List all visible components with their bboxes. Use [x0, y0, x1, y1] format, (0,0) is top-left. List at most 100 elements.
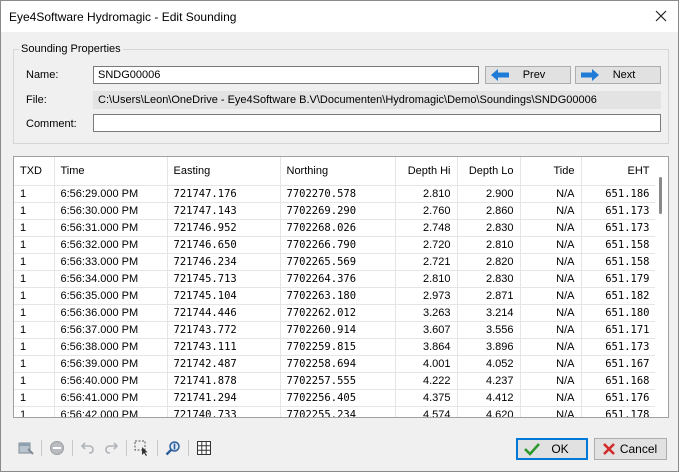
table-cell: 721746.952	[167, 219, 281, 237]
undo-icon[interactable]	[79, 439, 97, 457]
table-cell: 651.180	[581, 304, 657, 322]
table-cell: 2.810	[395, 185, 458, 203]
table-cell: 651.173	[581, 219, 657, 237]
comment-input[interactable]	[93, 114, 661, 132]
table-cell: 4.001	[395, 355, 458, 373]
table-row[interactable]: 1 6:56:29.000 PM 721747.176 7702270.578 2.81…	[14, 185, 657, 203]
table-cell: 7702270.578	[280, 185, 396, 203]
table-cell: 2.860	[457, 202, 521, 220]
table-cell: 1	[14, 338, 55, 356]
search-icon[interactable]	[164, 439, 182, 457]
next-label: Next	[612, 69, 636, 81]
table-cell: 721744.446	[167, 304, 281, 322]
table-row[interactable]: 1 6:56:35.000 PM 721745.104 7702263.180 2.97…	[14, 287, 657, 305]
table-row[interactable]: 1 6:56:32.000 PM 721746.650 7702266.790 2.72…	[14, 236, 657, 254]
next-button[interactable]: Next	[575, 66, 661, 84]
close-icon[interactable]	[648, 4, 674, 28]
table-cell: 2.973	[395, 287, 458, 305]
table-row[interactable]: 1 6:56:38.000 PM 721743.111 7702259.815 3.86…	[14, 338, 657, 356]
table-row[interactable]: 1 6:56:40.000 PM 721741.878 7702257.555 4.22…	[14, 372, 657, 390]
table-row[interactable]: 1 6:56:31.000 PM 721746.952 7702268.026 2.74…	[14, 219, 657, 237]
table-row[interactable]: 1 6:56:34.000 PM 721745.713 7702264.376 2.81…	[14, 270, 657, 288]
table-cell: 651.182	[581, 287, 657, 305]
table-cell: 2.900	[457, 185, 521, 203]
table-cell: 6:56:37.000 PM	[54, 321, 168, 339]
table-cell: 7702263.180	[280, 287, 396, 305]
table-cell: 7702259.815	[280, 338, 396, 356]
table-cell: 1	[14, 270, 55, 288]
table-cell: 1	[14, 321, 55, 339]
edit-sounding-dialog: Eye4Software Hydromagic - Edit Sounding …	[0, 0, 679, 472]
table-row[interactable]: 1 6:56:30.000 PM 721747.143 7702269.290 2.76…	[14, 202, 657, 220]
file-label: File:	[26, 94, 47, 106]
table-cell: 2.810	[457, 236, 521, 254]
table-cell: 7702269.290	[280, 202, 396, 220]
toolbar-separator	[126, 440, 127, 456]
table-cell: 721741.878	[167, 372, 281, 390]
delete-icon[interactable]	[48, 439, 66, 457]
table-row[interactable]: 1 6:56:36.000 PM 721744.446 7702262.012 3.26…	[14, 304, 657, 322]
table-cell: 6:56:30.000 PM	[54, 202, 168, 220]
cancel-label: Cancel	[619, 442, 658, 456]
column-header[interactable]: Easting	[167, 157, 281, 186]
table-cell: N/A	[520, 219, 582, 237]
grid-icon[interactable]	[195, 439, 213, 457]
table-cell: 6:56:38.000 PM	[54, 338, 168, 356]
toolbar-separator	[188, 440, 189, 456]
table-cell: 3.896	[457, 338, 521, 356]
table-row[interactable]: 1 6:56:42.000 PM 721740.733 7702255.234 4.57…	[14, 406, 657, 417]
table-cell: 7702268.026	[280, 219, 396, 237]
table-row[interactable]: 1 6:56:41.000 PM 721741.294 7702256.405 4.37…	[14, 389, 657, 407]
table-cell: N/A	[520, 389, 582, 407]
name-input[interactable]: SNDG00006	[93, 66, 479, 84]
table-header-row: TXD Time Easting Northing Depth Hi Depth Lo Ti…	[14, 157, 657, 186]
table-cell: 721745.713	[167, 270, 281, 288]
table-cell: 1	[14, 185, 55, 203]
table-cell: 721745.104	[167, 287, 281, 305]
table-cell: 6:56:39.000 PM	[54, 355, 168, 373]
table-cell: 721746.650	[167, 236, 281, 254]
select-region-icon[interactable]	[133, 439, 151, 457]
table-cell: 7702266.790	[280, 236, 396, 254]
title-bar: Eye4Software Hydromagic - Edit Sounding	[1, 1, 678, 32]
table-cell: 4.375	[395, 389, 458, 407]
name-label: Name:	[26, 69, 59, 81]
table-cell: 7702262.012	[280, 304, 396, 322]
table-cell: 3.864	[395, 338, 458, 356]
ok-button[interactable]: OK	[516, 438, 588, 460]
table-cell: 721741.294	[167, 389, 281, 407]
table-row[interactable]: 1 6:56:33.000 PM 721746.234 7702265.569 2.72…	[14, 253, 657, 271]
properties-icon[interactable]	[17, 439, 35, 457]
table-cell: 2.748	[395, 219, 458, 237]
table-cell: 651.176	[581, 389, 657, 407]
column-header[interactable]: Depth Hi	[395, 157, 458, 186]
column-header[interactable]: EHT	[581, 157, 657, 186]
vertical-scrollbar[interactable]	[655, 157, 668, 417]
table-row[interactable]: 1 6:56:39.000 PM 721742.487 7702258.694 4.00…	[14, 355, 657, 373]
soundings-grid[interactable]: TXD Time Easting Northing Depth Hi Depth Lo Ti…	[13, 156, 669, 418]
table-cell: 6:56:35.000 PM	[54, 287, 168, 305]
prev-button[interactable]: Prev	[485, 66, 571, 84]
table-cell: 651.168	[581, 372, 657, 390]
table-cell: 6:56:31.000 PM	[54, 219, 168, 237]
table-row[interactable]: 1 6:56:37.000 PM 721743.772 7702260.914 3.60…	[14, 321, 657, 339]
column-header[interactable]: Tide	[520, 157, 582, 186]
table-cell: 2.760	[395, 202, 458, 220]
toolbar-separator	[157, 440, 158, 456]
column-header[interactable]: Depth Lo	[457, 157, 521, 186]
scrollbar-thumb[interactable]	[659, 177, 662, 214]
redo-icon[interactable]	[102, 439, 120, 457]
window-title: Eye4Software Hydromagic - Edit Sounding	[9, 10, 237, 24]
column-header[interactable]: Northing	[280, 157, 396, 186]
cancel-button[interactable]: Cancel	[594, 438, 667, 460]
table-cell: 4.222	[395, 372, 458, 390]
table-cell: 6:56:34.000 PM	[54, 270, 168, 288]
table-cell: 2.830	[457, 270, 521, 288]
table-cell: N/A	[520, 270, 582, 288]
table-cell: 721746.234	[167, 253, 281, 271]
table-cell: 721747.176	[167, 185, 281, 203]
column-header[interactable]: Time	[54, 157, 168, 186]
table-cell: 721743.772	[167, 321, 281, 339]
table-cell: 3.263	[395, 304, 458, 322]
column-header[interactable]: TXD	[14, 157, 55, 186]
